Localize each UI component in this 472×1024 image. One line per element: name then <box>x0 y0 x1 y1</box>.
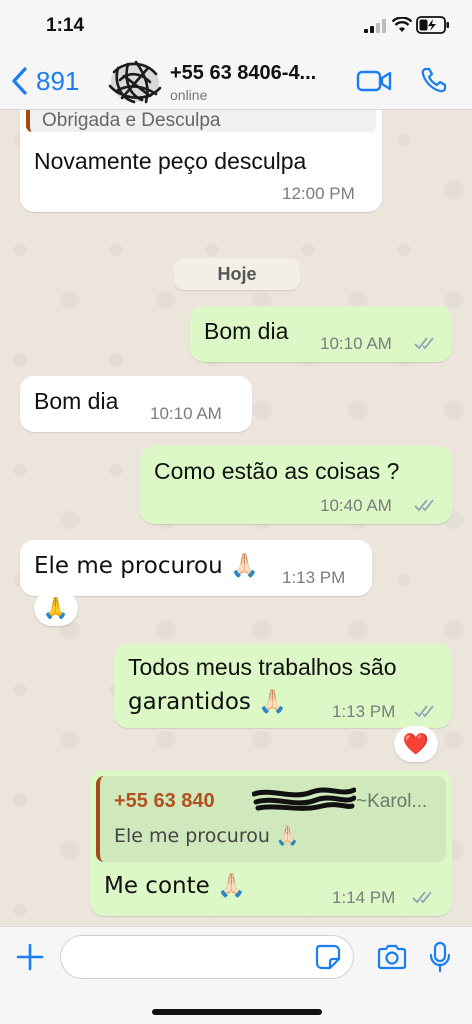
message-reaction[interactable]: ❤️ <box>394 726 438 762</box>
chat-header: 891 +55 63 8406-4... online <box>0 52 472 110</box>
wifi-icon <box>392 17 412 32</box>
back-chevron-icon <box>12 67 27 95</box>
status-bar: 1:14 <box>0 0 472 52</box>
read-receipt-icon <box>414 499 434 512</box>
plus-icon[interactable] <box>16 943 44 971</box>
phone-icon[interactable] <box>420 66 448 94</box>
message-time: 12:00 PM <box>282 184 355 203</box>
read-receipt-icon <box>414 705 434 718</box>
status-time: 1:14 <box>46 15 85 36</box>
contact-name[interactable]: +55 63 8406-4... <box>170 62 345 85</box>
message-incoming[interactable]: Bom dia 10:10 AM <box>20 376 252 432</box>
video-call-icon[interactable] <box>356 68 392 94</box>
message-time: 1:14 PM <box>332 888 396 907</box>
cellular-signal-icon <box>364 19 386 33</box>
quoted-text: Ele me procurou 🙏🏻 <box>114 825 300 847</box>
quoted-sender: +55 63 840 <box>114 790 215 812</box>
home-indicator <box>152 1009 322 1015</box>
contact-status: online <box>170 87 208 103</box>
message-reaction[interactable]: 🙏 <box>34 590 78 626</box>
message-text: Novamente peço desculpa <box>34 148 307 174</box>
sticker-icon[interactable] <box>314 943 342 971</box>
quoted-contact-name: ~Karol... <box>356 791 428 812</box>
message-text: Me conte 🙏🏻 <box>104 873 246 899</box>
message-outgoing[interactable]: Bom dia 10:10 AM <box>190 306 452 362</box>
chat-area[interactable]: Obrigada e Desculpa Novamente peço descu… <box>0 110 472 926</box>
quoted-message: Obrigada e Desculpa <box>26 110 376 132</box>
back-button[interactable]: 891 <box>10 64 79 98</box>
message-text-line-1: Todos meus trabalhos são <box>128 654 397 680</box>
message-text: Como estão as coisas ? <box>154 458 400 484</box>
microphone-icon[interactable] <box>428 941 452 973</box>
battery-charging-icon <box>416 16 449 34</box>
quoted-text: Obrigada e Desculpa <box>42 110 221 131</box>
message-time: 10:10 AM <box>320 334 392 353</box>
message-time: 1:13 PM <box>332 702 396 721</box>
avatar[interactable] <box>106 58 164 106</box>
read-receipt-icon <box>412 891 432 904</box>
message-input[interactable] <box>60 935 354 979</box>
message-time: 10:40 AM <box>320 496 392 515</box>
unread-count: 891 <box>36 65 80 96</box>
date-separator: Hoje <box>174 258 300 290</box>
camera-icon[interactable] <box>376 943 408 971</box>
message-outgoing[interactable]: Como estão as coisas ? 10:40 AM <box>140 446 452 524</box>
message-incoming[interactable]: Obrigada e Desculpa Novamente peço descu… <box>20 110 382 212</box>
read-receipt-icon <box>414 337 434 350</box>
message-composer <box>0 926 472 1024</box>
message-time: 1:13 PM <box>282 568 346 587</box>
message-incoming[interactable]: Ele me procurou 🙏🏻 1:13 PM <box>20 540 372 596</box>
message-time: 10:10 AM <box>150 404 222 423</box>
quoted-message[interactable]: +55 63 840 ~Karol... Ele me procurou 🙏🏻 <box>96 776 446 862</box>
message-text: Bom dia <box>204 318 289 344</box>
message-text-line-2: garantidos 🙏🏻 <box>128 689 287 715</box>
message-text: Bom dia <box>34 388 119 414</box>
message-outgoing[interactable]: Todos meus trabalhos são garantidos 🙏🏻 1… <box>114 644 452 728</box>
redaction-scribble <box>252 787 356 811</box>
message-text: Ele me procurou 🙏🏻 <box>34 553 259 579</box>
